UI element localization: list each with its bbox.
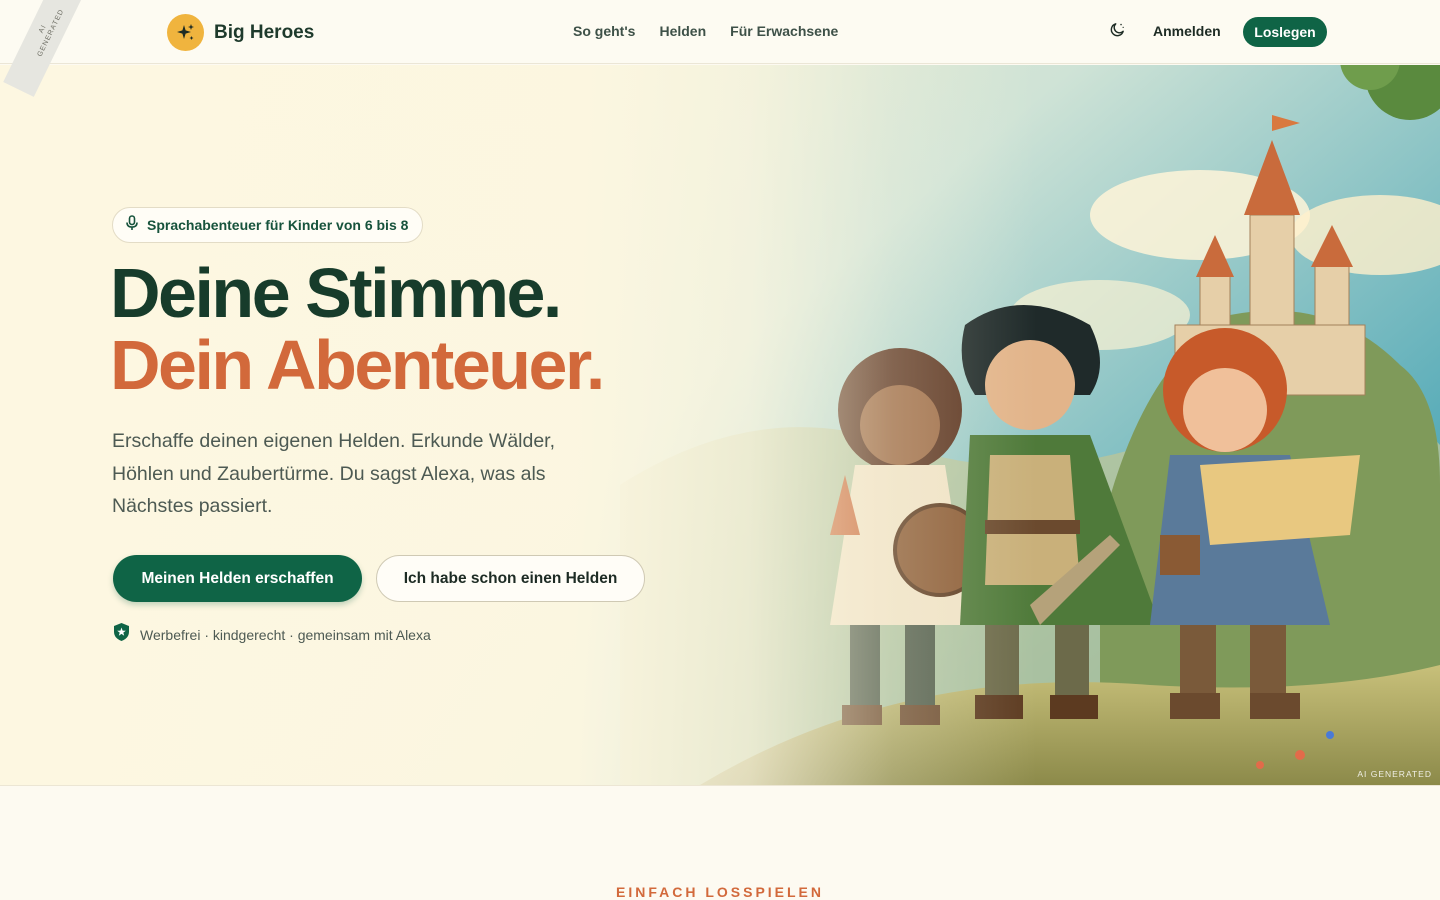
hero-title: Deine Stimme. Dein Abenteuer. (110, 254, 605, 404)
microphone-icon (125, 214, 139, 236)
nav-link-so-gehts[interactable]: So geht's (573, 23, 635, 39)
trust-note: Werbefrei · kindgerecht · gemeinsam mit … (112, 622, 431, 647)
nav-link-helden[interactable]: Helden (659, 23, 706, 39)
section-eyebrow: EINFACH LOSSPIELEN (615, 884, 825, 900)
how-it-works-section: EINFACH LOSSPIELEN (0, 785, 1440, 900)
brand-home-link[interactable]: Big Heroes (167, 14, 314, 51)
trust-note-text: Werbefrei · kindgerecht · gemeinsam mit … (140, 626, 431, 643)
existing-hero-button[interactable]: Ich habe schon einen Helden (376, 555, 645, 602)
age-badge-label: Sprachabenteuer für Kinder von 6 bis 8 (147, 217, 409, 233)
nav-link-fuer-erwachsene[interactable]: Für Erwachsene (730, 23, 838, 39)
login-link[interactable]: Anmelden (1153, 23, 1221, 39)
hero-section: Sprachabenteuer für Kinder von 6 bis 8 D… (0, 65, 1440, 785)
theme-toggle-button[interactable] (1106, 21, 1128, 43)
hero-title-line-1: Deine Stimme. (110, 254, 562, 332)
main-nav: So geht's Helden Für Erwachsene (573, 23, 838, 39)
create-hero-button[interactable]: Meinen Helden erschaffen (113, 555, 362, 602)
age-badge: Sprachabenteuer für Kinder von 6 bis 8 (112, 207, 424, 243)
sparkle-icon (167, 14, 204, 51)
brand-name: Big Heroes (214, 21, 315, 43)
moon-icon (1109, 21, 1126, 43)
ai-generated-ribbon-label: AI GENERATED (36, 8, 66, 58)
site-header: AI GENERATED Big Heroes So geht's Helden… (0, 0, 1440, 97)
hero-title-line-2: Dein Abenteuer. (110, 326, 605, 404)
hero-description: Erschaffe deinen eigenen Helden. Erkunde… (112, 430, 556, 517)
shield-star-icon (112, 622, 131, 647)
ai-generated-label: AI GENERATED (1357, 769, 1432, 779)
start-button[interactable]: Loslegen (1243, 17, 1327, 47)
